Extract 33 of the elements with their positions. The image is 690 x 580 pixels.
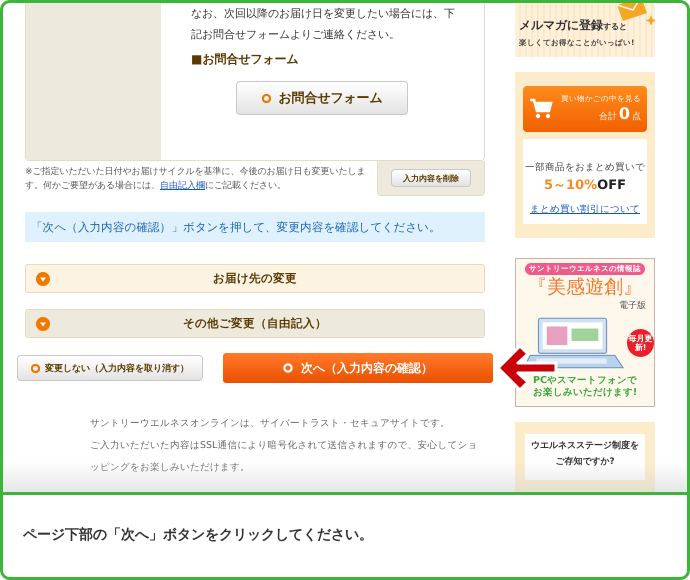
discount-value: 5～10% bbox=[544, 178, 598, 193]
discount-text: 一部商品をおまとめ買いで bbox=[525, 160, 645, 174]
bullet-icon bbox=[262, 94, 270, 102]
section-heading: ■お問合せフォーム bbox=[191, 51, 300, 68]
bullet-icon bbox=[283, 363, 293, 373]
discount-suffix: OFF bbox=[597, 178, 626, 193]
delete-input-button[interactable]: 入力内容を削除 bbox=[391, 169, 471, 187]
newsletter-title: メルマガに登録 bbox=[519, 17, 603, 34]
accordion-header[interactable]: お届け先の変更 bbox=[25, 264, 485, 293]
contact-form-button[interactable]: お問合せフォーム bbox=[236, 81, 408, 115]
magazine-title: 『美感遊創』 bbox=[528, 274, 642, 299]
magazine-caption: PCやスマートフォンでお楽しみいただけます! bbox=[532, 374, 638, 399]
intro-text: なお、次回以降のお届け日を変更したい場合には、下記お問合せフォームよりご連絡ください。 bbox=[191, 6, 456, 43]
security-text: サントリーウエルネスオンラインは、サイバートラスト・セキュアサイトです。 bbox=[90, 417, 451, 431]
count-unit: 点 bbox=[632, 110, 641, 124]
wellness-title: ウエルネスステージ制度をご存知ですか? bbox=[525, 434, 645, 480]
security-text: ご入力いただいた内容はSSL通信により暗号化されて送信されますので、安心してショッピングをお楽しみいただけます。 bbox=[90, 439, 478, 475]
accordion-header[interactable]: その他ご変更（自由記入） bbox=[25, 309, 485, 338]
discount-link[interactable]: まとめ買い割引について bbox=[530, 202, 640, 216]
total-label: 合計 bbox=[598, 110, 617, 124]
notice-banner: 「次へ（入力内容の確認）」ボタンを押して、変更内容を確認してください。 bbox=[25, 212, 485, 242]
monthly-update-badge: 毎月更新! bbox=[627, 328, 654, 357]
expand-icon bbox=[36, 316, 50, 330]
bullet-icon bbox=[31, 364, 40, 372]
item-count: 0 bbox=[618, 104, 630, 124]
edition-label: 電子版 bbox=[619, 300, 646, 312]
cart-icon bbox=[529, 98, 553, 120]
cancel-button[interactable]: 変更しない（入力内容を取り消す） bbox=[17, 355, 203, 381]
free-entry-link[interactable]: 自由記入欄 bbox=[160, 181, 205, 191]
expand-icon bbox=[36, 272, 50, 286]
instruction-text: ページ下部の「次へ」ボタンをクリックしてください。 bbox=[23, 526, 373, 544]
newsletter-title-suffix: すると bbox=[603, 21, 627, 32]
note-text: ※ご指定いただいた日付やお届けサイクルを基準に、今後のお届け日も変更いたします。何かご要望がある場合には、自由記入欄にご記載ください。 bbox=[25, 166, 367, 193]
